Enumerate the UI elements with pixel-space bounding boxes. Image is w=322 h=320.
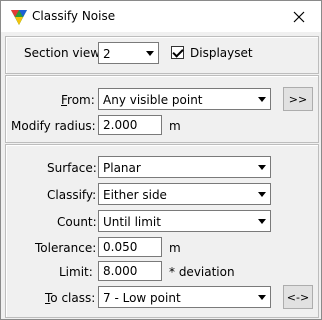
count-value: Until limit bbox=[103, 215, 161, 229]
displayset-label: Displayset bbox=[190, 46, 253, 60]
limit-value: 8.000 bbox=[103, 264, 138, 278]
section-view-label: Section view: bbox=[24, 46, 104, 60]
to-class-value: 7 - Low point bbox=[103, 291, 181, 305]
surface-select[interactable]: Planar bbox=[98, 156, 271, 178]
close-button[interactable] bbox=[277, 1, 321, 32]
title-bar: Classify Noise bbox=[1, 1, 321, 32]
tolerance-input[interactable]: 0.050 bbox=[98, 237, 162, 257]
tolerance-value: 0.050 bbox=[103, 240, 138, 254]
surface-label: Surface: bbox=[47, 161, 97, 175]
from-select[interactable]: Any visible point bbox=[98, 88, 271, 110]
close-icon bbox=[293, 11, 305, 22]
count-label: Count: bbox=[57, 215, 97, 229]
to-class-label-rest: o class: bbox=[50, 291, 96, 305]
limit-input[interactable]: 8.000 bbox=[98, 261, 162, 281]
chevron-down-icon bbox=[254, 184, 270, 204]
section-view-select[interactable]: 2 bbox=[98, 42, 159, 64]
modify-radius-label: Modify radius: bbox=[11, 119, 96, 133]
from-value: Any visible point bbox=[103, 93, 203, 107]
count-select[interactable]: Until limit bbox=[98, 210, 271, 232]
to-class-swap-button[interactable]: <-> bbox=[283, 285, 313, 309]
window-title: Classify Noise bbox=[32, 9, 116, 23]
classify-value: Either side bbox=[103, 188, 167, 202]
chevron-down-icon bbox=[254, 89, 270, 109]
from-pick-button[interactable]: >> bbox=[283, 87, 313, 111]
to-class-select[interactable]: 7 - Low point bbox=[98, 286, 271, 308]
tolerance-label: Tolerance: bbox=[35, 241, 97, 255]
section-view-value: 2 bbox=[103, 47, 111, 61]
chevron-down-icon bbox=[142, 43, 158, 63]
chevron-down-icon bbox=[254, 157, 270, 177]
modify-radius-value: 2.000 bbox=[103, 118, 138, 132]
limit-label: Limit: bbox=[59, 265, 93, 279]
from-label: From: bbox=[61, 93, 95, 107]
modify-radius-unit: m bbox=[169, 119, 181, 133]
chevron-down-icon bbox=[254, 211, 270, 231]
classify-noise-dialog: Classify Noise Section view: 2 Displayse… bbox=[0, 0, 322, 320]
surface-value: Planar bbox=[103, 161, 141, 175]
to-class-label: To class: bbox=[45, 291, 95, 305]
chevron-down-icon bbox=[254, 287, 270, 307]
limit-unit: * deviation bbox=[169, 265, 235, 279]
modify-radius-input[interactable]: 2.000 bbox=[98, 115, 162, 135]
tolerance-unit: m bbox=[169, 241, 181, 255]
classify-label: Classify: bbox=[47, 188, 97, 202]
displayset-checkbox[interactable] bbox=[171, 46, 184, 59]
classify-select[interactable]: Either side bbox=[98, 183, 271, 205]
from-label-rest: rom: bbox=[67, 93, 95, 107]
app-icon bbox=[11, 10, 27, 25]
